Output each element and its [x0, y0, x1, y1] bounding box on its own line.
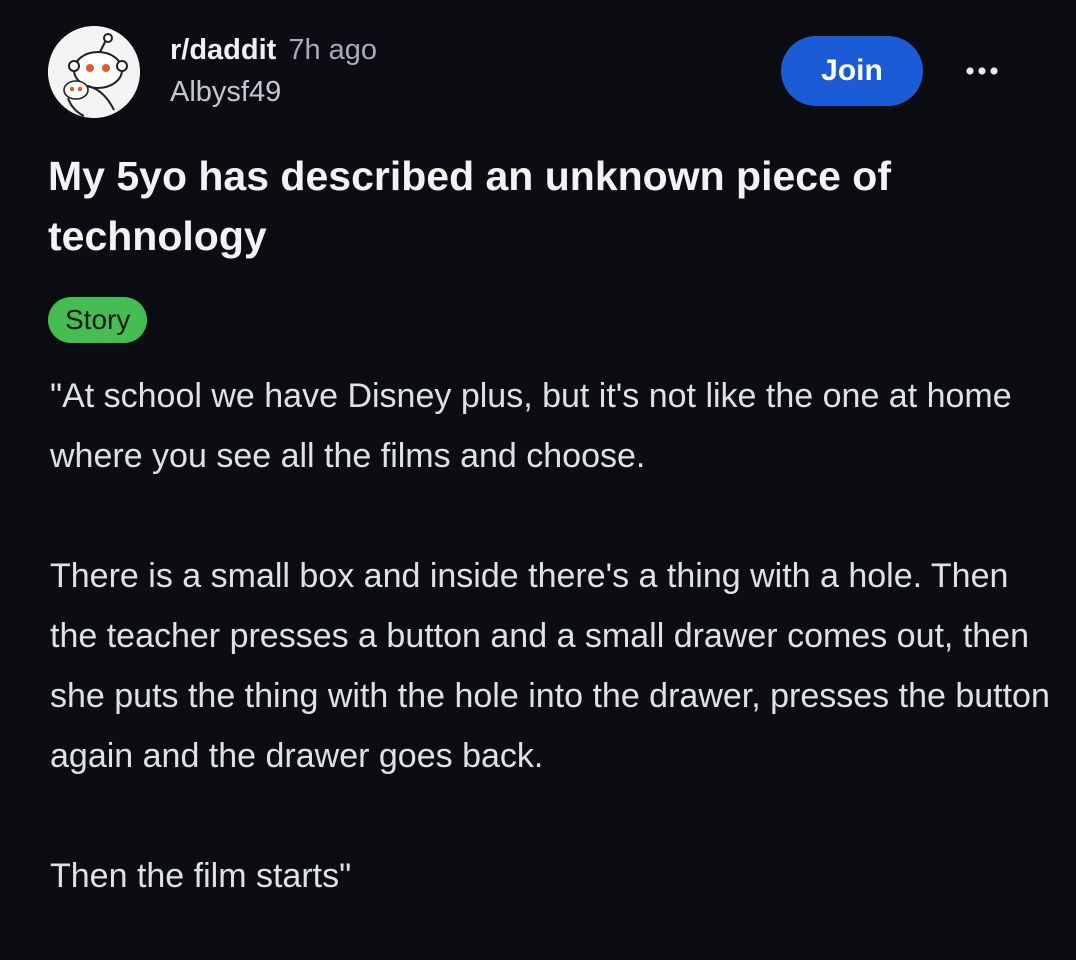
author-link[interactable]: Albysf49 [170, 74, 377, 110]
post-card: r/daddit 7h ago Albysf49 Join My 5yo has … [0, 0, 1076, 960]
post-meta: r/daddit 7h ago Albysf49 [170, 32, 377, 110]
join-button[interactable]: Join [781, 36, 923, 106]
body-paragraph: Then the film starts" [50, 857, 352, 895]
post-time: 7h ago [288, 34, 378, 66]
post-header: r/daddit 7h ago Albysf49 Join [48, 26, 1028, 122]
body-paragraph: "At school we have Disney plus, but it's… [50, 377, 1012, 475]
more-options-button[interactable] [958, 54, 1006, 88]
subreddit-link[interactable]: r/daddit [170, 34, 276, 66]
meta-line: r/daddit 7h ago [170, 32, 377, 68]
post-body: "At school we have Disney plus, but it's… [50, 366, 1060, 906]
post-flair[interactable]: Story [48, 297, 148, 343]
body-paragraph: There is a small box and inside there's … [50, 557, 1050, 775]
subreddit-avatar-icon[interactable] [48, 26, 140, 118]
post-title[interactable]: My 5yo has described an unknown piece of… [48, 146, 1058, 266]
more-options-icon [966, 67, 998, 75]
